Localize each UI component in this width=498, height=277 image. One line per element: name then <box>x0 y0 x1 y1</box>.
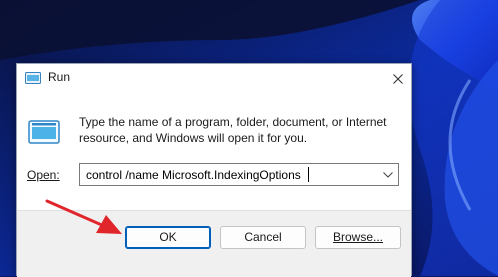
open-input[interactable] <box>80 164 380 185</box>
title-bar[interactable]: Run <box>17 64 411 93</box>
button-bar: OK Cancel Browse... <box>17 210 411 277</box>
text-caret <box>308 167 309 182</box>
run-dialog: Run Type the name of a program, folder, … <box>16 63 412 277</box>
close-icon <box>393 73 403 84</box>
ok-button[interactable]: OK <box>125 226 211 249</box>
close-button[interactable] <box>385 64 411 93</box>
dropdown-button[interactable] <box>378 164 398 185</box>
open-label-text: Open: <box>27 168 60 182</box>
run-program-icon <box>28 120 60 144</box>
dialog-description: Type the name of a program, folder, docu… <box>79 115 387 145</box>
chevron-down-icon <box>383 171 393 178</box>
open-combobox[interactable] <box>79 163 399 186</box>
run-icon <box>25 72 41 84</box>
cancel-button[interactable]: Cancel <box>220 226 306 249</box>
browse-button-label: Browse... <box>332 230 383 244</box>
window-title: Run <box>48 70 71 84</box>
browse-button[interactable]: Browse... <box>315 226 401 249</box>
open-label: Open: <box>27 168 60 182</box>
